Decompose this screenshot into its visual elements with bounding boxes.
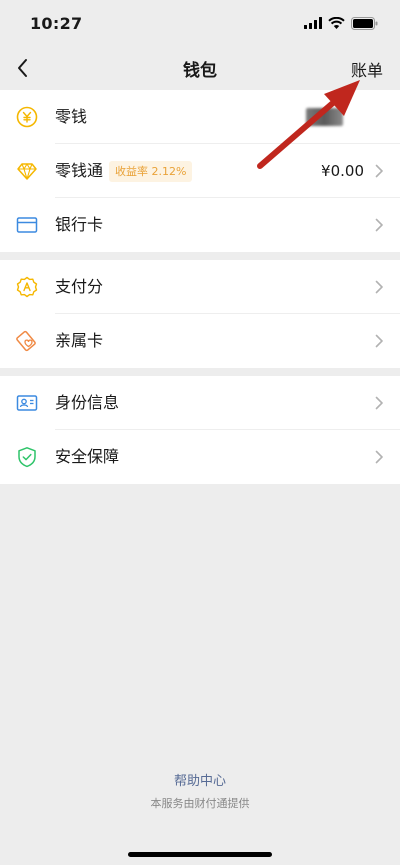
account-group: 身份信息 安全保障 xyxy=(0,376,400,484)
row-lingqiantong-label: 零钱通 xyxy=(55,161,104,180)
row-bank-card[interactable]: 银行卡 xyxy=(0,198,400,252)
row-security[interactable]: 安全保障 xyxy=(0,430,400,484)
row-payment-score-label: 支付分 xyxy=(55,277,104,296)
nav-bar: 钱包 账单 xyxy=(0,46,400,90)
hidden-balance xyxy=(306,108,343,126)
row-security-label: 安全保障 xyxy=(55,447,120,466)
family-card-icon xyxy=(16,330,36,352)
lingqiantong-value: ¥0.00 xyxy=(321,162,364,180)
battery-icon xyxy=(351,16,378,30)
bank-card-icon xyxy=(16,217,38,233)
row-change[interactable]: 零钱 xyxy=(0,90,400,144)
yuan-coin-icon xyxy=(16,106,38,128)
id-card-icon xyxy=(16,395,38,411)
status-time: 10:27 xyxy=(30,13,83,33)
cellular-signal-icon xyxy=(304,17,322,29)
row-family-card[interactable]: 亲属卡 xyxy=(0,314,400,368)
status-bar: 10:27 xyxy=(0,0,400,46)
diamond-icon xyxy=(17,163,37,180)
chevron-right-icon xyxy=(375,164,383,178)
row-bank-card-label: 银行卡 xyxy=(55,215,104,234)
page-title: 钱包 xyxy=(183,60,217,81)
yield-badge: 收益率 2.12% xyxy=(109,161,193,182)
row-identity-info-label: 身份信息 xyxy=(55,393,120,412)
row-family-card-label: 亲属卡 xyxy=(55,331,104,350)
provider-note: 本服务由财付通提供 xyxy=(150,797,250,810)
chevron-right-icon xyxy=(375,218,383,232)
back-icon[interactable] xyxy=(12,56,34,80)
row-change-label: 零钱 xyxy=(55,107,88,126)
chevron-right-icon xyxy=(375,396,383,410)
wallet-balance-group: 零钱 零钱通 收益率 2.12% ¥0.00 银行卡 xyxy=(0,90,400,252)
services-group: 支付分 亲属卡 xyxy=(0,260,400,368)
payment-score-icon xyxy=(16,276,38,298)
help-center-link[interactable]: 帮助中心 xyxy=(0,770,400,789)
shield-icon xyxy=(18,447,36,468)
home-indicator xyxy=(128,852,272,857)
chevron-right-icon xyxy=(375,280,383,294)
row-payment-score[interactable]: 支付分 xyxy=(0,260,400,314)
wifi-icon xyxy=(328,17,345,29)
row-identity-info[interactable]: 身份信息 xyxy=(0,376,400,430)
status-icons xyxy=(304,16,378,30)
row-lingqiantong[interactable]: 零钱通 收益率 2.12% ¥0.00 xyxy=(0,144,400,198)
chevron-right-icon xyxy=(375,450,383,464)
bill-button[interactable]: 账单 xyxy=(351,57,383,81)
chevron-right-icon xyxy=(375,334,383,348)
